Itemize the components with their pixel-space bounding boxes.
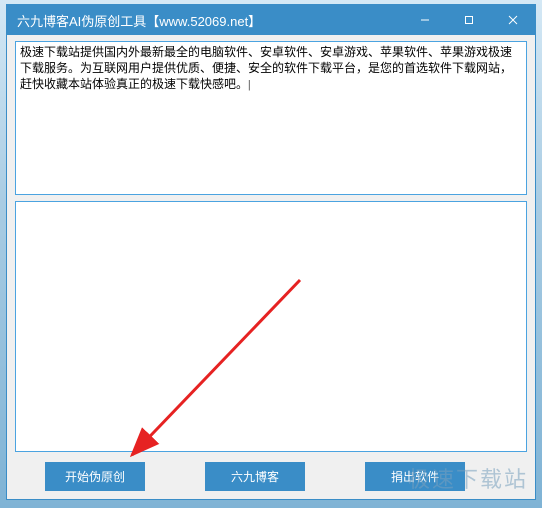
app-window: 六九博客AI伪原创工具【www.52069.net】 开始伪原创 六九博客 捐出…	[6, 4, 536, 500]
start-button[interactable]: 开始伪原创	[45, 462, 145, 491]
close-button[interactable]	[491, 5, 535, 35]
titlebar: 六九博客AI伪原创工具【www.52069.net】	[7, 5, 535, 35]
window-title: 六九博客AI伪原创工具【www.52069.net】	[17, 11, 403, 30]
window-controls	[403, 5, 535, 35]
minimize-button[interactable]	[403, 5, 447, 35]
maximize-button[interactable]	[447, 5, 491, 35]
donate-button[interactable]: 捐出软件	[365, 462, 465, 491]
maximize-icon	[464, 15, 474, 25]
blog-button[interactable]: 六九博客	[205, 462, 305, 491]
output-textarea[interactable]	[15, 201, 527, 452]
input-textarea[interactable]	[15, 41, 527, 195]
content-area: 开始伪原创 六九博客 捐出软件	[7, 35, 535, 499]
button-row: 开始伪原创 六九博客 捐出软件	[15, 458, 527, 491]
close-icon	[508, 15, 518, 25]
minimize-icon	[420, 15, 430, 25]
